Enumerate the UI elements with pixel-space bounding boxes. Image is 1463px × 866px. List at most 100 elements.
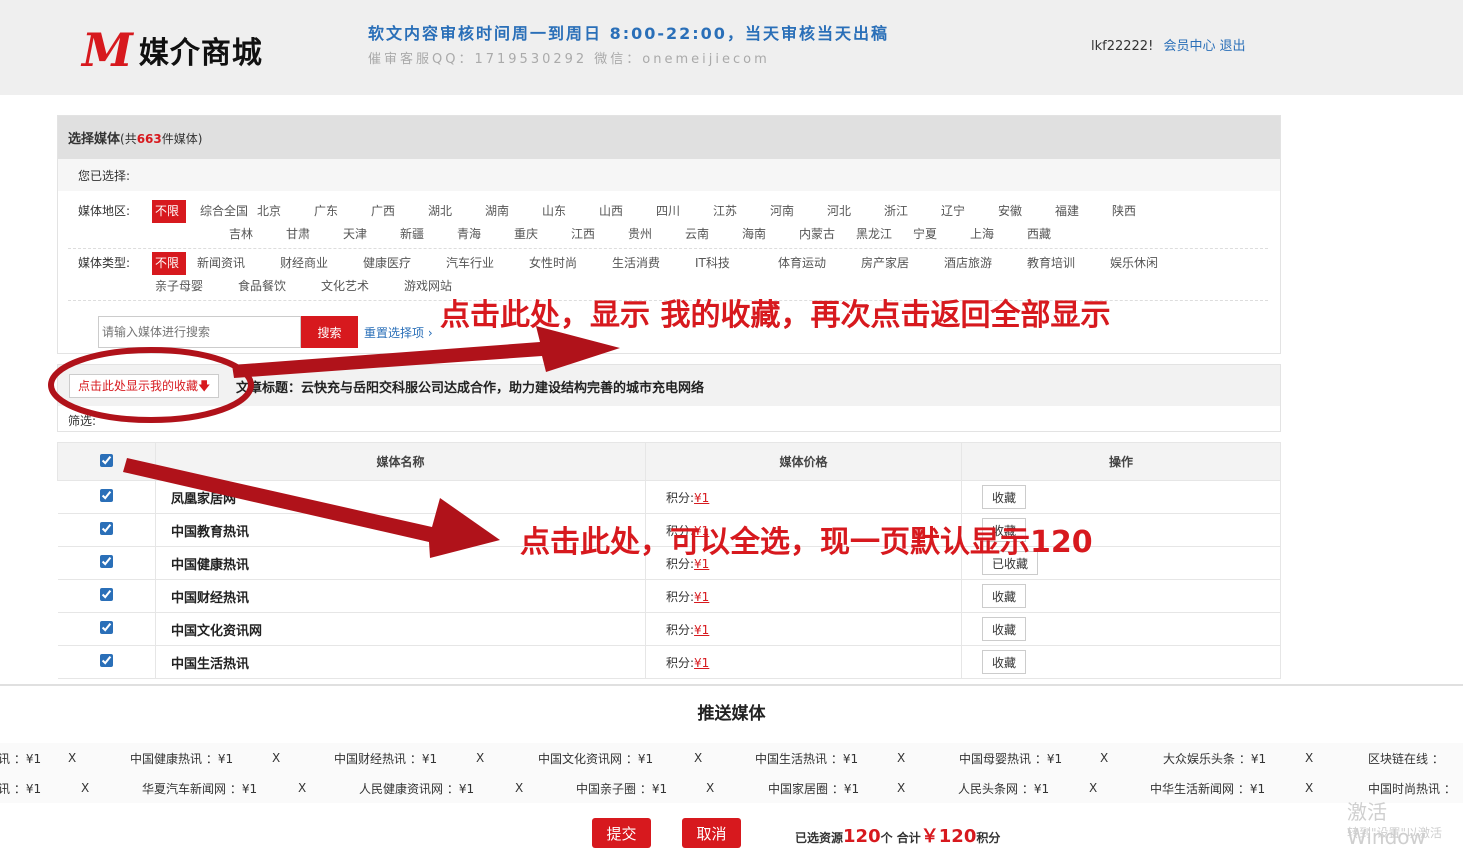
- select-all-cell: [57, 442, 156, 481]
- row-checkbox[interactable]: [99, 554, 113, 568]
- region-filter-row: 媒体地区: 不限 综合全国 北京 广东 广西 湖北 湖南 山东 山西 四川 江苏 河南 河北 浙江 辽宁 安徽…: [78, 200, 1257, 246]
- row-checkbox[interactable]: [99, 653, 113, 667]
- region-option[interactable]: 陕西: [1109, 200, 1166, 223]
- type-option[interactable]: 体育运动: [775, 252, 858, 275]
- media-price: 积分:¥1: [645, 645, 962, 679]
- region-option[interactable]: 不限: [152, 200, 186, 223]
- filter-title: 选择媒体(共663件媒体): [58, 116, 1280, 159]
- logo-mark: M: [82, 23, 133, 77]
- region-option[interactable]: 吉林: [226, 223, 283, 246]
- row-checkbox[interactable]: [99, 521, 113, 535]
- member-center-link[interactable]: 会员中心: [1163, 39, 1215, 54]
- cancel-button[interactable]: 取消: [682, 818, 741, 848]
- region-option[interactable]: 浙江: [881, 200, 938, 223]
- region-option[interactable]: 重庆: [511, 223, 568, 246]
- row-checkbox[interactable]: [99, 587, 113, 601]
- selected-count: 120: [843, 826, 881, 847]
- remove-media-button[interactable]: X: [1305, 751, 1313, 765]
- type-option[interactable]: 教育培训: [1024, 252, 1107, 275]
- remove-media-button[interactable]: X: [897, 781, 905, 795]
- region-option[interactable]: 河南: [767, 200, 824, 223]
- type-option[interactable]: 酒店旅游: [941, 252, 1024, 275]
- price-value[interactable]: ¥1: [694, 623, 709, 637]
- region-option[interactable]: 青海: [454, 223, 511, 246]
- type-option[interactable]: 房产家居: [858, 252, 941, 275]
- operation-cell: 收藏: [961, 579, 1281, 613]
- region-option[interactable]: 福建: [1052, 200, 1109, 223]
- region-option[interactable]: 四川: [653, 200, 710, 223]
- type-option[interactable]: IT科技: [692, 252, 775, 275]
- search-button[interactable]: 搜索: [301, 316, 358, 348]
- selected-media-item: 中国家居圈 ：¥1: [768, 780, 859, 797]
- type-option[interactable]: 健康医疗: [360, 252, 443, 275]
- article-bar: 点击此处显示我的收藏🡇 文章标题：云快充与岳阳交科服公司达成合作，助力建设结构完…: [57, 364, 1281, 432]
- price-value[interactable]: ¥1: [694, 590, 709, 604]
- reset-filters-link[interactable]: 重置选择项 ›: [364, 324, 433, 341]
- site-logo[interactable]: M 媒介商城: [82, 23, 263, 77]
- region-option[interactable]: 广东: [311, 200, 368, 223]
- type-option[interactable]: 财经商业: [277, 252, 360, 275]
- remove-media-button[interactable]: X: [1305, 781, 1313, 795]
- col-media-name: 媒体名称: [155, 442, 646, 481]
- remove-media-button[interactable]: X: [897, 751, 905, 765]
- type-option[interactable]: 汽车行业: [443, 252, 526, 275]
- type-option[interactable]: 娱乐休闲: [1107, 252, 1190, 275]
- type-option[interactable]: 亲子母婴: [152, 275, 235, 298]
- region-option[interactable]: 安徽: [995, 200, 1052, 223]
- type-option[interactable]: 新闻资讯: [194, 252, 277, 275]
- type-option[interactable]: 文化艺术: [318, 275, 401, 298]
- type-option[interactable]: 生活消费: [609, 252, 692, 275]
- remove-media-button[interactable]: X: [515, 781, 523, 795]
- type-option[interactable]: 不限: [152, 252, 186, 275]
- region-option[interactable]: 黑龙江: [853, 223, 910, 246]
- region-option[interactable]: 天津: [340, 223, 397, 246]
- logout-link[interactable]: 退出: [1219, 39, 1245, 54]
- region-option[interactable]: 辽宁: [938, 200, 995, 223]
- remove-media-button[interactable]: X: [1089, 781, 1097, 795]
- region-option[interactable]: 综合全国: [197, 200, 254, 223]
- remove-media-button[interactable]: X: [476, 751, 484, 765]
- favorite-button[interactable]: 收藏: [982, 485, 1027, 509]
- favorite-button[interactable]: 收藏: [982, 584, 1027, 608]
- region-option[interactable]: 广西: [368, 200, 425, 223]
- region-option[interactable]: 甘肃: [283, 223, 340, 246]
- region-option[interactable]: 河北: [824, 200, 881, 223]
- region-option[interactable]: 云南: [682, 223, 739, 246]
- region-option[interactable]: 江西: [568, 223, 625, 246]
- region-option[interactable]: 贵州: [625, 223, 682, 246]
- remove-media-button[interactable]: X: [81, 781, 89, 795]
- region-option[interactable]: 山西: [596, 200, 653, 223]
- price-value[interactable]: ¥1: [694, 656, 709, 670]
- region-option[interactable]: 上海: [967, 223, 1024, 246]
- region-option[interactable]: 湖北: [425, 200, 482, 223]
- region-option[interactable]: 宁夏: [910, 223, 967, 246]
- favorite-button[interactable]: 收藏: [982, 650, 1027, 674]
- region-option[interactable]: 江苏: [710, 200, 767, 223]
- remove-media-button[interactable]: X: [706, 781, 714, 795]
- region-option[interactable]: 山东: [539, 200, 596, 223]
- remove-media-button[interactable]: X: [1100, 751, 1108, 765]
- show-favorites-button[interactable]: 点击此处显示我的收藏🡇: [69, 374, 220, 398]
- type-option[interactable]: 女性时尚: [526, 252, 609, 275]
- select-all-checkbox[interactable]: [100, 453, 113, 467]
- region-option[interactable]: 内蒙古: [796, 223, 853, 246]
- region-option[interactable]: 新疆: [397, 223, 454, 246]
- region-option[interactable]: 湖南: [482, 200, 539, 223]
- search-input[interactable]: [98, 316, 301, 348]
- remove-media-button[interactable]: X: [298, 781, 306, 795]
- remove-media-button[interactable]: X: [694, 751, 702, 765]
- annotation-select-all: 点击此处，可以全选，现一页默认显示120: [520, 525, 1093, 560]
- row-checkbox[interactable]: [99, 620, 113, 634]
- remove-media-button[interactable]: X: [272, 751, 280, 765]
- row-checkbox[interactable]: [99, 488, 113, 502]
- type-option[interactable]: 食品餐饮: [235, 275, 318, 298]
- favorite-button[interactable]: 收藏: [982, 617, 1027, 641]
- price-value[interactable]: ¥1: [694, 491, 709, 505]
- region-option[interactable]: 海南: [739, 223, 796, 246]
- remove-media-button[interactable]: X: [68, 751, 76, 765]
- submit-button[interactable]: 提交: [592, 818, 651, 848]
- row-checkbox-cell: [57, 513, 156, 547]
- region-option[interactable]: 北京: [254, 200, 311, 223]
- region-option[interactable]: 西藏: [1024, 223, 1081, 246]
- media-count: (共663件媒体): [120, 132, 202, 146]
